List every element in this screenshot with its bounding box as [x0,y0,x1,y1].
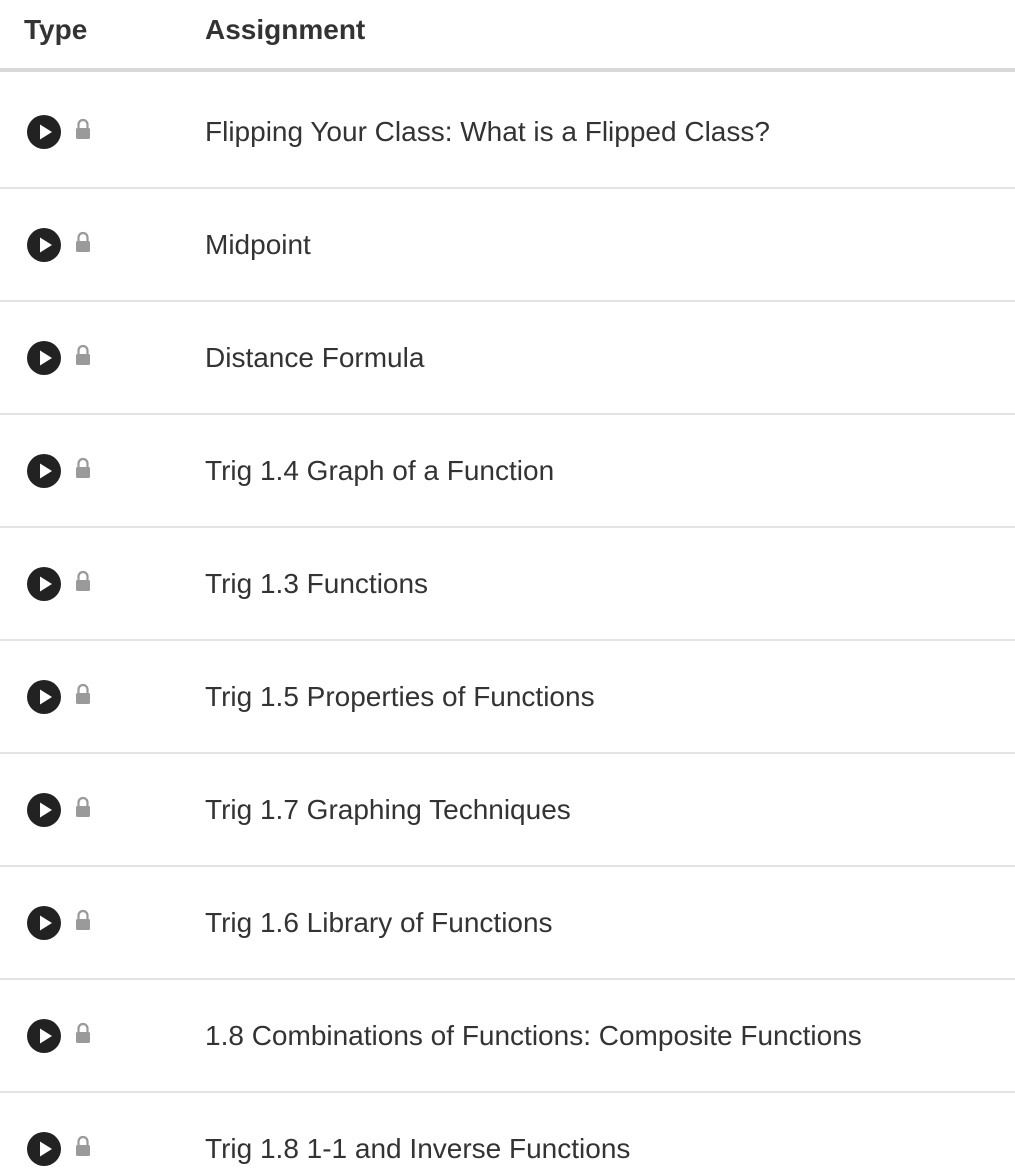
table-row[interactable]: Flipping Your Class: What is a Flipped C… [0,76,1015,189]
lock-icon [76,457,90,478]
table-row[interactable]: Trig 1.5 Properties of Functions [0,641,1015,754]
table-row[interactable]: Distance Formula [0,302,1015,415]
table-row[interactable]: Trig 1.3 Functions [0,528,1015,641]
type-column-header[interactable]: Type [24,14,87,46]
type-cell [26,1093,92,1168]
lock-icon [76,909,90,930]
lock-icon [76,570,90,591]
table-body: Flipping Your Class: What is a Flipped C… [0,76,1015,1168]
type-cell [26,76,92,187]
play-icon[interactable] [26,453,62,489]
type-cell [26,867,92,978]
assignment-title-link[interactable]: Trig 1.5 Properties of Functions [205,641,595,752]
lock-icon [76,683,90,704]
assignment-title-link[interactable]: Trig 1.3 Functions [205,528,428,639]
type-cell [26,754,92,865]
lock-icon [76,1022,90,1043]
lock-icon [76,231,90,252]
play-icon[interactable] [26,792,62,828]
lock-icon [76,1135,90,1156]
table-row[interactable]: 1.8 Combinations of Functions: Composite… [0,980,1015,1093]
type-cell [26,641,92,752]
lock-icon [76,344,90,365]
assignment-title-link[interactable]: Midpoint [205,189,311,300]
play-icon[interactable] [26,114,62,150]
assignment-title-link[interactable]: Trig 1.6 Library of Functions [205,867,553,978]
assignment-title-link[interactable]: Distance Formula [205,302,424,413]
play-icon[interactable] [26,1131,62,1167]
play-icon[interactable] [26,1018,62,1054]
type-cell [26,528,92,639]
assignment-title-link[interactable]: 1.8 Combinations of Functions: Composite… [205,980,862,1091]
play-icon[interactable] [26,566,62,602]
play-icon[interactable] [26,905,62,941]
type-cell [26,302,92,413]
assignment-column-header[interactable]: Assignment [205,14,365,46]
play-icon[interactable] [26,340,62,376]
type-cell [26,189,92,300]
play-icon[interactable] [26,227,62,263]
table-row[interactable]: Trig 1.6 Library of Functions [0,867,1015,980]
assignment-title-link[interactable]: Trig 1.7 Graphing Techniques [205,754,571,865]
assignment-title-link[interactable]: Flipping Your Class: What is a Flipped C… [205,76,770,187]
type-cell [26,415,92,526]
table-header: Type Assignment [0,0,1015,72]
lock-icon [76,796,90,817]
assignment-title-link[interactable]: Trig 1.4 Graph of a Function [205,415,554,526]
table-row[interactable]: Trig 1.4 Graph of a Function [0,415,1015,528]
lock-icon [76,118,90,139]
type-cell [26,980,92,1091]
table-row[interactable]: Trig 1.8 1-1 and Inverse Functions [0,1093,1015,1168]
table-row[interactable]: Trig 1.7 Graphing Techniques [0,754,1015,867]
assignment-title-link[interactable]: Trig 1.8 1-1 and Inverse Functions [205,1093,630,1168]
assignment-table: Type Assignment Flipping Your Class: Wha… [0,0,1015,1168]
play-icon[interactable] [26,679,62,715]
table-row[interactable]: Midpoint [0,189,1015,302]
